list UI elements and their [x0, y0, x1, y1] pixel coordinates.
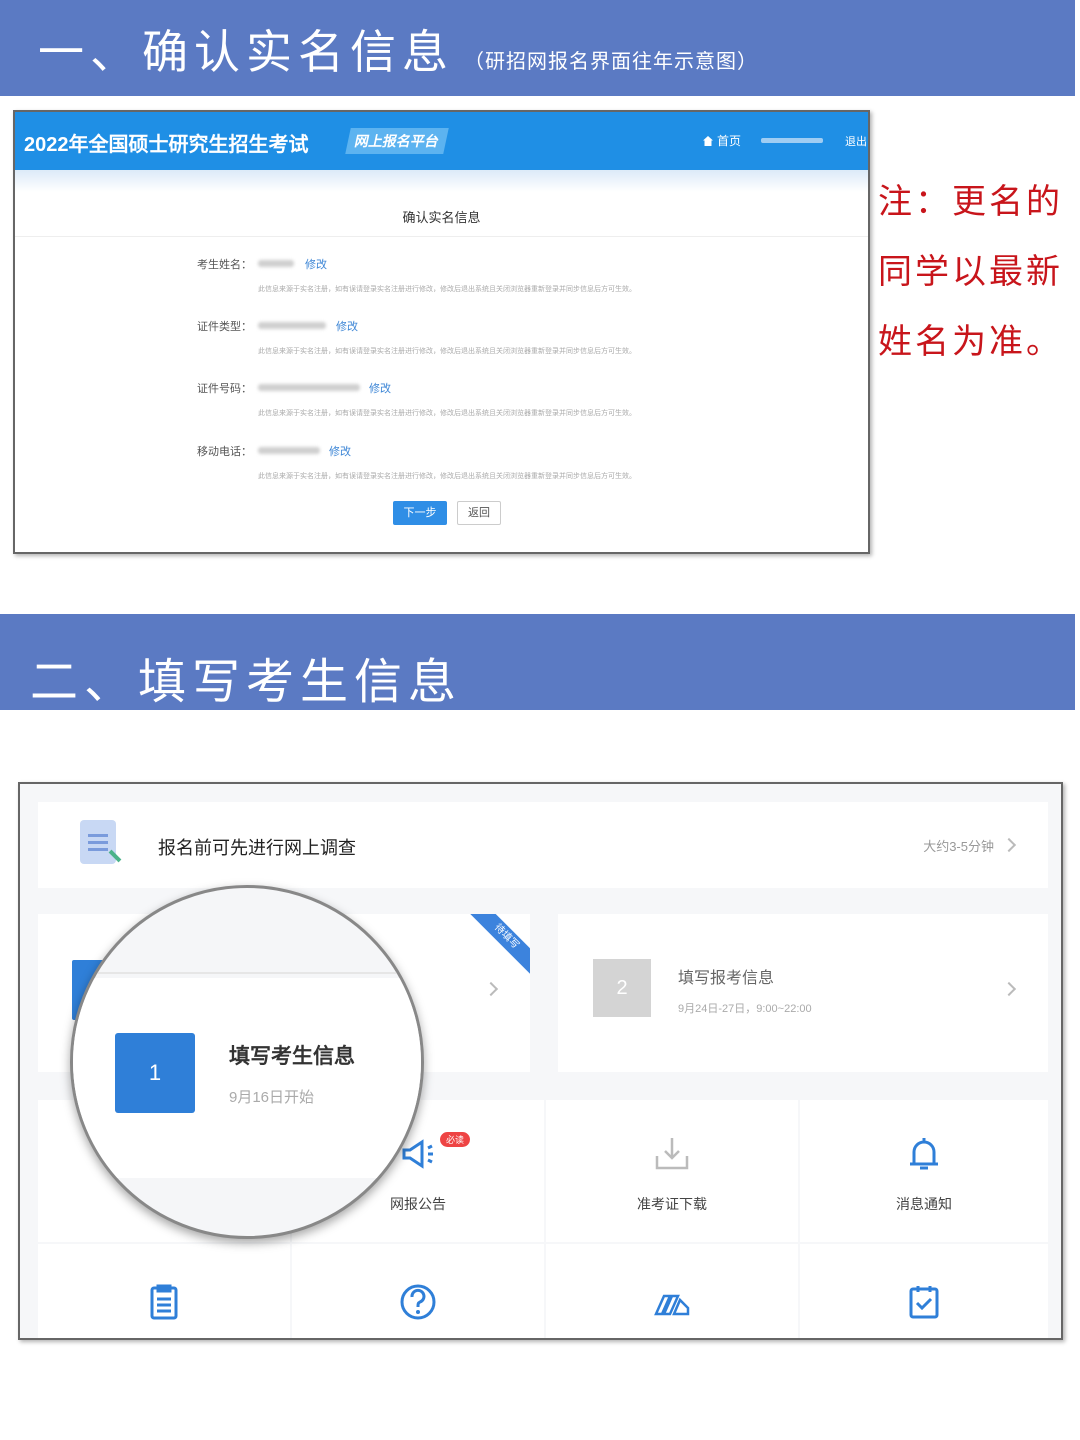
- clipboard-icon: [150, 1284, 178, 1320]
- field-phone-value-blurred: [258, 447, 320, 454]
- header-title: 2022年全国硕士研究生招生考试: [24, 134, 309, 156]
- field-name-label: 考生姓名：: [197, 259, 252, 271]
- section2-banner: 二、填写考生信息: [0, 614, 1075, 710]
- download-icon: [655, 1138, 689, 1170]
- step2-date: 9月24日-27日，9:00~22:00: [678, 1003, 812, 1015]
- field-idtype-label: 证件类型：: [197, 321, 252, 333]
- grid-bottom-1[interactable]: [38, 1244, 290, 1338]
- section1-title: 一、确认实名信息: [38, 25, 454, 79]
- field-name-value-blurred: [258, 260, 294, 267]
- side-note-line2: 同学以最新: [878, 252, 1063, 292]
- pending-ribbon: 待填写: [464, 914, 530, 979]
- site-header: 2022年全国硕士研究生招生考试 网上报名平台 首页 退出: [15, 112, 868, 170]
- magnifier-zoom: 1 填写考生信息 9月16日开始: [70, 885, 424, 1239]
- must-read-badge: 必读: [440, 1132, 471, 1147]
- grid-bottom-4[interactable]: [800, 1244, 1048, 1338]
- side-note-line1: 注：更名的: [878, 182, 1063, 222]
- checklist-icon: [909, 1286, 939, 1319]
- next-button[interactable]: 下一步: [393, 501, 447, 525]
- page-heading: 确认实名信息: [402, 210, 481, 225]
- username-blurred: [761, 138, 823, 143]
- field-phone-label: 移动电话：: [197, 446, 252, 458]
- field-idnumber-value-blurred: [258, 384, 360, 391]
- back-button[interactable]: 返回: [457, 501, 501, 525]
- step1-date: 9月16日开始: [229, 1089, 315, 1106]
- chevron-right-icon: [1001, 981, 1017, 997]
- survey-doc-icon: [80, 820, 116, 864]
- home-icon: [703, 136, 713, 146]
- nav-home-label: 首页: [717, 134, 742, 148]
- field-phone-note: 此信息来源于实名注册，如有误请登录实名注册进行修改，修改后退出系统且关闭浏览器重…: [258, 473, 636, 480]
- field-idtype-value-blurred: [258, 322, 326, 329]
- side-note-line3: 姓名为准。: [878, 322, 1063, 362]
- books-icon: [654, 1294, 690, 1316]
- step2-card[interactable]: 2 填写报考信息 9月24日-27日，9:00~22:00: [558, 914, 1048, 1072]
- grid-notifications[interactable]: 消息通知: [800, 1100, 1048, 1242]
- grid-bottom-3[interactable]: [546, 1244, 798, 1338]
- field-phone-edit-link[interactable]: 修改: [329, 443, 351, 459]
- zoom-divider: [73, 972, 421, 974]
- nav-home[interactable]: 首页: [703, 132, 741, 149]
- divider: [15, 236, 868, 237]
- field-idnumber-note: 此信息来源于实名注册，如有误请登录实名注册进行修改，修改后退出系统且关闭浏览器重…: [258, 410, 636, 417]
- step1-number: 1: [115, 1033, 195, 1113]
- grid-admission-download[interactable]: 准考证下载: [546, 1100, 798, 1242]
- survey-card[interactable]: 报名前可先进行网上调查 大约3-5分钟: [38, 802, 1048, 888]
- grid-notifications-label: 消息通知: [896, 1196, 952, 1212]
- section2-title: 二、填写考生信息: [30, 654, 463, 710]
- header-strip: [15, 170, 868, 192]
- field-name-note: 此信息来源于实名注册，如有误请登录实名注册进行修改，修改后退出系统且关闭浏览器重…: [258, 286, 636, 293]
- section1-banner: 一、确认实名信息 （研招网报名界面往年示意图）: [0, 0, 1075, 96]
- help-icon: [400, 1284, 436, 1320]
- grid-bottom-2[interactable]: [292, 1244, 544, 1338]
- field-name-edit-link[interactable]: 修改: [305, 256, 327, 272]
- nav-exit[interactable]: 退出: [845, 133, 867, 149]
- grid-admission-download-label: 准考证下载: [637, 1196, 707, 1212]
- survey-time: 大约3-5分钟: [923, 839, 994, 854]
- section1-subtitle: （研招网报名界面往年示意图）: [464, 49, 758, 73]
- bell-icon: [910, 1138, 938, 1170]
- step2-number: 2: [593, 959, 651, 1017]
- field-idtype-note: 此信息来源于实名注册，如有误请登录实名注册进行修改，修改后退出系统且关闭浏览器重…: [258, 348, 636, 355]
- field-idtype-edit-link[interactable]: 修改: [336, 318, 358, 334]
- field-idnumber-edit-link[interactable]: 修改: [369, 380, 391, 396]
- chevron-right-icon: [1001, 837, 1017, 853]
- step1-title: 填写考生信息: [229, 1045, 355, 1068]
- platform-label: 网上报名平台: [345, 128, 449, 154]
- step2-title: 填写报考信息: [678, 970, 775, 987]
- field-idnumber-label: 证件号码：: [197, 383, 252, 395]
- survey-title: 报名前可先进行网上调查: [158, 838, 356, 858]
- confirm-identity-screenshot: 2022年全国硕士研究生招生考试 网上报名平台 首页 退出 确认实名信息 考生姓…: [13, 110, 870, 554]
- chevron-right-icon: [483, 981, 499, 997]
